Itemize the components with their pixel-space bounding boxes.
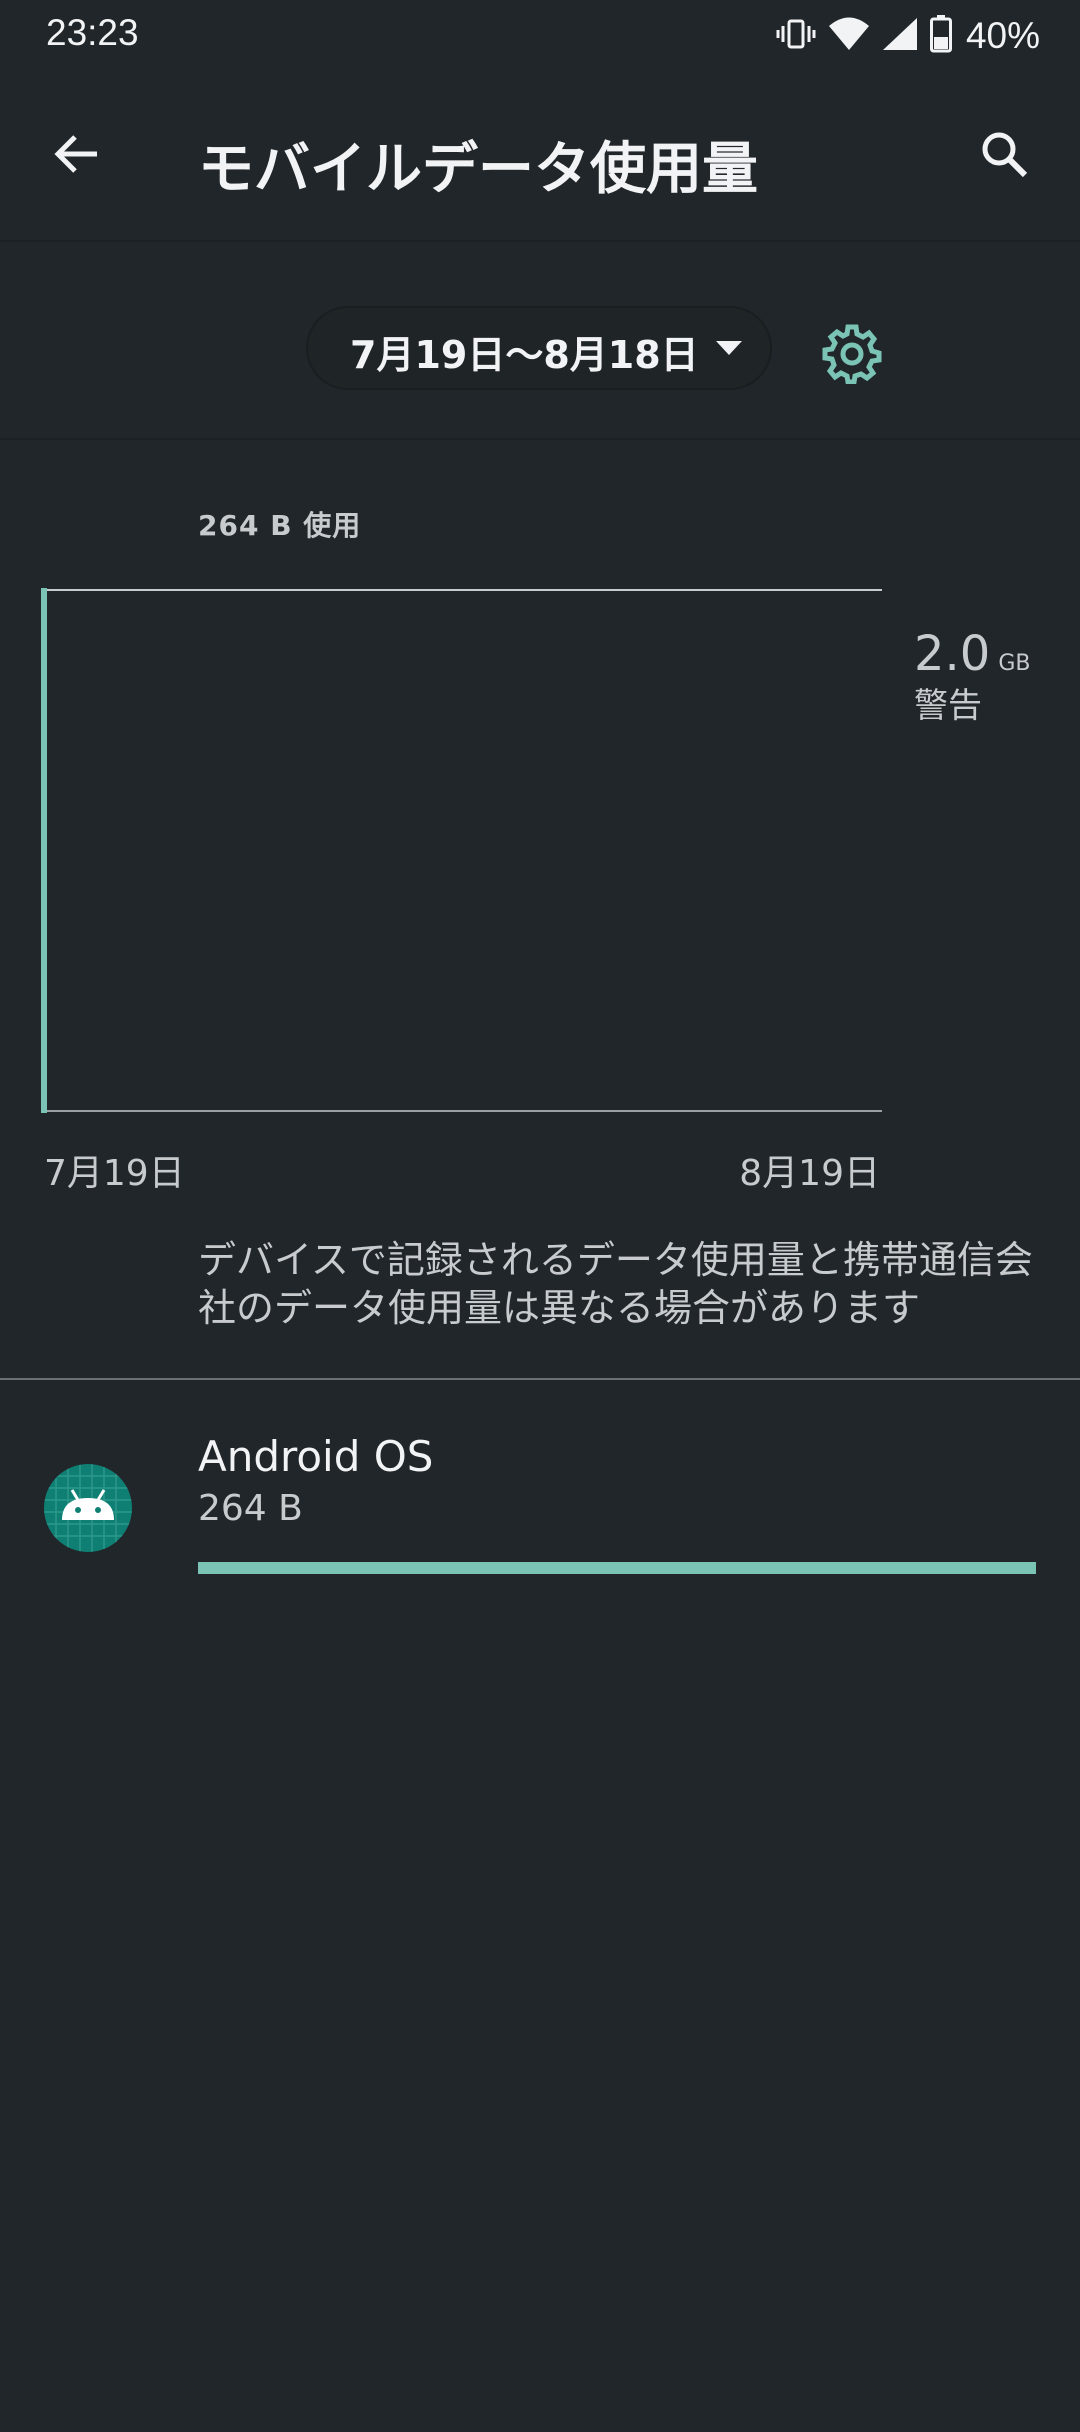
gear-icon xyxy=(822,324,882,388)
usage-summary: 264 B 使用 xyxy=(198,509,362,542)
usage-chart: 2.0 GB 警告 xyxy=(0,570,1080,1210)
list-item[interactable]: Android OS 264 B xyxy=(0,1380,1080,1590)
caret-down-icon xyxy=(714,338,744,358)
back-button[interactable] xyxy=(36,116,116,196)
app-name: Android OS xyxy=(198,1432,434,1481)
warning-value: 2.0 xyxy=(914,626,991,682)
cell-signal-icon xyxy=(882,17,918,55)
arrow-back-icon xyxy=(51,129,101,183)
app-usage: 264 B xyxy=(198,1488,303,1529)
status-bar: 23:23 40% xyxy=(0,0,1080,72)
search-icon xyxy=(978,128,1030,184)
cycle-settings-button[interactable] xyxy=(812,316,892,396)
battery-icon xyxy=(929,15,952,57)
cycle-dropdown[interactable]: 7月19日〜8月18日 xyxy=(306,306,772,390)
status-time: 23:23 xyxy=(46,12,139,53)
cycle-label: 7月19日〜8月18日 xyxy=(350,333,699,377)
warning-value-wrap: 2.0 GB xyxy=(914,626,1030,682)
app-usage-bar xyxy=(198,1562,1036,1574)
usage-notice: デバイスで記録されるデータ使用量と携帯通信会社のデータ使用量は異なる場合がありま… xyxy=(198,1238,1033,1330)
page-title: モバイルデータ使用量 xyxy=(198,137,758,202)
cycle-row: 7月19日〜8月18日 xyxy=(0,242,1080,440)
chart-x-end: 8月19日 xyxy=(739,1153,880,1194)
search-button[interactable] xyxy=(964,116,1044,196)
battery-percent: 40% xyxy=(965,15,1040,56)
android-icon xyxy=(44,1464,132,1552)
app-bar: モバイルデータ使用量 xyxy=(0,72,1080,242)
vibrate-icon xyxy=(776,16,816,56)
chart-x-start: 7月19日 xyxy=(44,1153,185,1194)
warning-unit: GB xyxy=(998,651,1031,676)
app-usage-bar-fill xyxy=(198,1562,1036,1574)
wifi-icon xyxy=(828,17,870,55)
warning-label: 警告 xyxy=(914,686,982,726)
status-icons: 40% xyxy=(776,14,1040,58)
